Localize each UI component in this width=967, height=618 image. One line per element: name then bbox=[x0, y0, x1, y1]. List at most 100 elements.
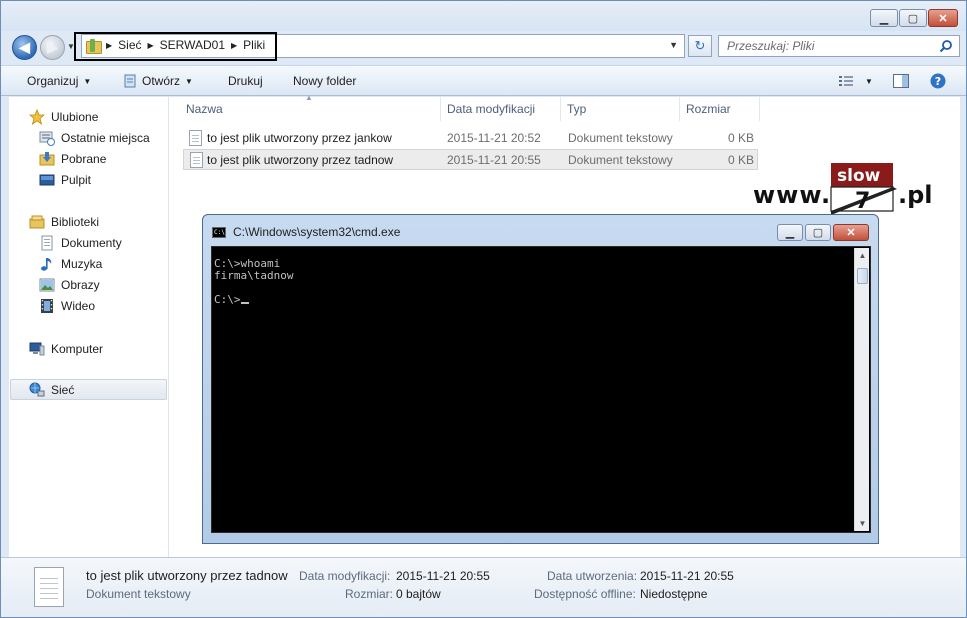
scrollbar-thumb[interactable] bbox=[857, 268, 868, 284]
minimize-icon: ▁ bbox=[879, 12, 889, 25]
close-button[interactable]: ✕ bbox=[928, 9, 958, 27]
sidebar-item-video[interactable]: Wideo bbox=[39, 295, 95, 316]
console-output[interactable]: C:\>whoami firma\tadnow C:\> ▲ ▼ bbox=[211, 246, 871, 533]
column-header-name[interactable]: Nazwa bbox=[180, 97, 441, 121]
sidebar-item-computer[interactable]: Komputer bbox=[29, 338, 103, 359]
computer-icon bbox=[29, 342, 45, 355]
cmd-maximize-button[interactable]: ▢ bbox=[805, 224, 831, 241]
details-pane: to jest plik utworzony przez tadnow Doku… bbox=[1, 557, 966, 617]
details-file-name: to jest plik utworzony przez tadnow bbox=[86, 568, 288, 583]
column-header-label: Typ bbox=[567, 102, 587, 116]
title-bar: ▁ ▢ ✕ bbox=[1, 1, 966, 31]
breadcrumb-highlight-box bbox=[74, 32, 277, 61]
cmd-title: C:\Windows\system32\cmd.exe bbox=[233, 225, 401, 239]
cmd-window[interactable]: C:\ C:\Windows\system32\cmd.exe ▁ ▢ ✕ C:… bbox=[202, 214, 879, 544]
sidebar-item-label: Muzyka bbox=[61, 256, 103, 271]
cmd-icon: C:\ bbox=[212, 227, 226, 238]
column-header-size[interactable]: Rozmiar bbox=[680, 97, 760, 121]
file-row[interactable]: to jest plik utworzony przez tadnow 2015… bbox=[183, 149, 758, 170]
sidebar-item-label: Pulpit bbox=[61, 172, 92, 187]
sidebar-item-pictures[interactable]: Obrazy bbox=[39, 274, 100, 295]
svg-text:?: ? bbox=[935, 75, 941, 88]
file-type: Dokument tekstowy bbox=[568, 153, 673, 167]
column-header-type[interactable]: Typ bbox=[561, 97, 680, 121]
column-header-label: Nazwa bbox=[186, 102, 223, 116]
svg-text:7: 7 bbox=[855, 189, 870, 214]
console-text: C:\>whoami firma\tadnow C:\> bbox=[214, 258, 293, 306]
video-film-icon bbox=[41, 298, 53, 313]
search-box[interactable] bbox=[718, 35, 960, 57]
scroll-up-icon[interactable]: ▲ bbox=[855, 248, 870, 263]
sidebar-item-desktop[interactable]: Pulpit bbox=[39, 169, 91, 190]
file-type: Dokument tekstowy bbox=[568, 131, 673, 145]
downloads-folder-icon bbox=[39, 151, 55, 165]
documents-icon bbox=[41, 235, 53, 250]
sidebar-item-label: Komputer bbox=[51, 341, 104, 356]
maximize-icon: ▢ bbox=[812, 227, 824, 239]
details-size-value: 0 bajtów bbox=[396, 587, 441, 601]
file-row[interactable]: to jest plik utworzony przez jankow 2015… bbox=[183, 128, 758, 149]
open-label: Otwórz bbox=[142, 74, 181, 88]
sidebar-item-network[interactable]: Sieć bbox=[10, 379, 167, 400]
file-size: 0 KB bbox=[727, 131, 754, 145]
scroll-down-icon[interactable]: ▼ bbox=[855, 516, 870, 531]
details-size-label: Rozmiar: bbox=[345, 587, 394, 601]
help-button[interactable]: ? bbox=[927, 72, 949, 90]
console-scrollbar[interactable]: ▲ ▼ bbox=[854, 248, 869, 531]
print-label: Drukuj bbox=[228, 74, 263, 88]
sidebar-item-downloads[interactable]: Pobrane bbox=[39, 148, 106, 169]
refresh-button[interactable]: ↻ bbox=[688, 35, 712, 57]
chevron-down-icon: ▼ bbox=[83, 76, 92, 86]
search-input[interactable] bbox=[719, 36, 933, 56]
maximize-button[interactable]: ▢ bbox=[899, 9, 927, 27]
print-button[interactable]: Drukuj bbox=[228, 74, 263, 88]
slow7-watermark-logo: www. slow 7 .pl bbox=[753, 159, 963, 215]
search-icon[interactable] bbox=[939, 39, 953, 53]
sidebar-item-favorites[interactable]: Ulubione bbox=[29, 106, 98, 127]
sidebar-item-label: Ulubione bbox=[51, 109, 99, 124]
back-arrow-icon: ◀ bbox=[19, 39, 30, 55]
sidebar-item-label: Biblioteki bbox=[51, 214, 100, 229]
cmd-close-button[interactable]: ✕ bbox=[833, 224, 869, 241]
column-header-label: Rozmiar bbox=[686, 102, 731, 116]
libraries-icon bbox=[29, 215, 45, 228]
preview-pane-button[interactable] bbox=[890, 72, 912, 90]
logo-pl-text: .pl bbox=[898, 181, 933, 209]
sidebar-item-libraries[interactable]: Biblioteki bbox=[29, 211, 99, 232]
cmd-minimize-button[interactable]: ▁ bbox=[777, 224, 803, 241]
network-icon bbox=[29, 382, 45, 396]
view-options-dropdown[interactable]: ▼ bbox=[858, 72, 880, 90]
sidebar-item-documents[interactable]: Dokumenty bbox=[39, 232, 122, 253]
back-button[interactable]: ◀ bbox=[12, 35, 37, 60]
column-header-modified[interactable]: Data modyfikacji bbox=[441, 97, 561, 121]
help-icon: ? bbox=[930, 73, 946, 89]
details-offline-value: Niedostępne bbox=[640, 587, 708, 601]
text-document-icon bbox=[34, 567, 64, 607]
minimize-button[interactable]: ▁ bbox=[870, 9, 898, 27]
text-document-icon bbox=[189, 130, 202, 146]
desktop-icon bbox=[39, 174, 55, 185]
close-icon: ✕ bbox=[846, 227, 856, 239]
file-name: to jest plik utworzony przez jankow bbox=[207, 131, 392, 145]
console-cursor bbox=[240, 302, 249, 304]
sidebar-item-recent[interactable]: Ostatnie miejsca bbox=[39, 127, 150, 148]
sidebar-item-music[interactable]: Muzyka bbox=[39, 253, 102, 274]
sidebar-item-label: Wideo bbox=[61, 298, 96, 313]
open-button[interactable]: Otwórz ▼ bbox=[123, 74, 193, 88]
details-created-value: 2015-11-21 20:55 bbox=[640, 569, 734, 583]
pictures-icon bbox=[39, 278, 55, 291]
address-dropdown-icon[interactable]: ▼ bbox=[669, 40, 678, 50]
details-file-type: Dokument tekstowy bbox=[86, 587, 191, 601]
forward-button[interactable]: ▶ bbox=[40, 35, 65, 60]
new-folder-button[interactable]: Nowy folder bbox=[293, 74, 356, 88]
sidebar-item-label: Dokumenty bbox=[61, 235, 122, 250]
refresh-icon: ↻ bbox=[694, 38, 706, 53]
console-lines: C:\>whoami firma\tadnow C:\> bbox=[214, 257, 294, 306]
sidebar-item-label: Pobrane bbox=[61, 151, 107, 166]
sidebar-item-label: Obrazy bbox=[61, 277, 100, 292]
change-view-button[interactable] bbox=[835, 72, 857, 90]
forward-arrow-icon: ▶ bbox=[47, 39, 58, 55]
organize-button[interactable]: Organizuj ▼ bbox=[27, 74, 91, 88]
column-header-label: Data modyfikacji bbox=[447, 102, 536, 116]
file-size: 0 KB bbox=[727, 153, 754, 167]
